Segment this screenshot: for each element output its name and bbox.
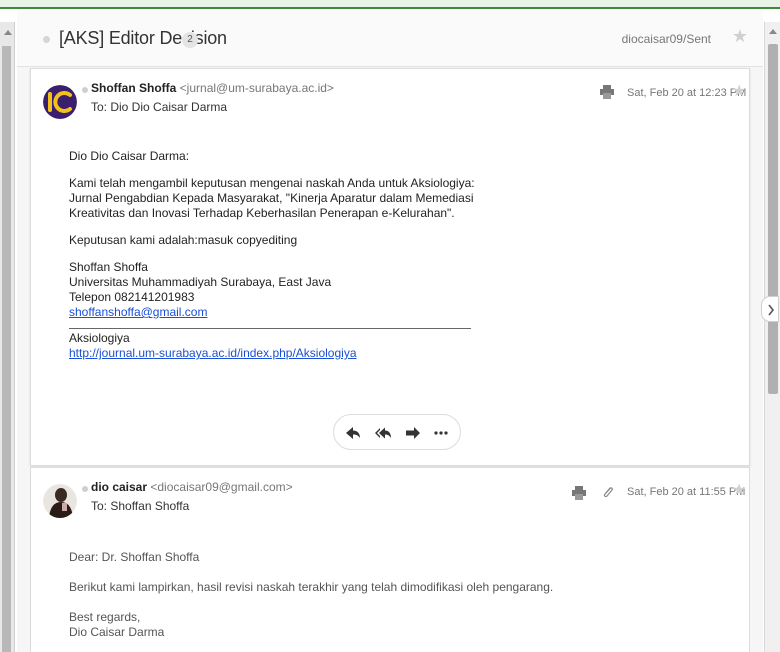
sender-name[interactable]: dio caisar — [91, 480, 147, 494]
star-icon[interactable]: ★ — [732, 81, 746, 101]
read-status-dot[interactable] — [82, 486, 88, 492]
forward-icon[interactable] — [404, 424, 422, 442]
scroll-up-arrow-icon[interactable] — [4, 30, 12, 35]
sender-email[interactable]: <jurnal@um-surabaya.ac.id> — [180, 81, 334, 95]
reply-all-icon[interactable] — [374, 424, 392, 442]
message-body: Dear: Dr. Shoffan Shoffa Berikut kami la… — [69, 550, 553, 640]
avatar[interactable] — [43, 85, 77, 119]
thread-folder[interactable]: diocaisar09/Sent — [622, 32, 711, 46]
left-scrollbar[interactable] — [0, 22, 15, 652]
scroll-up-arrow-icon[interactable] — [769, 29, 777, 34]
avatar[interactable] — [43, 484, 77, 518]
more-icon[interactable] — [432, 424, 450, 442]
signature-name: Shoffan Shoffa — [69, 260, 148, 274]
message-count-badge: 2 — [182, 32, 198, 48]
signature-divider — [69, 328, 471, 329]
unread-dot[interactable] — [43, 36, 50, 43]
paperclip-icon[interactable] — [601, 485, 615, 501]
decision-line: Keputusan kami adalah:masuk copyediting — [69, 233, 298, 247]
side-panel-toggle[interactable] — [761, 296, 779, 322]
thread-subject: [AKS] Editor Decision — [59, 28, 227, 48]
star-icon[interactable]: ★ — [732, 26, 748, 47]
recipient-line: To: Shoffan Shoffa — [91, 499, 190, 513]
closing: Best regards, — [69, 610, 141, 624]
body-line: Berikut kami lampirkan, hasil revisi nas… — [69, 580, 554, 594]
sender-email[interactable]: <diocaisar09@gmail.com> — [150, 480, 292, 494]
right-scrollbar-thumb[interactable] — [768, 44, 778, 394]
read-status-dot[interactable] — [82, 87, 88, 93]
sender[interactable]: Shoffan Shoffa <jurnal@um-surabaya.ac.id… — [91, 81, 334, 95]
chevron-right-icon — [768, 304, 775, 316]
body-line: Jurnal Pengabdian Kepada Masyarakat, "Ki… — [69, 191, 474, 205]
right-scrollbar[interactable] — [764, 22, 780, 652]
signature-affiliation: Universitas Muhammadiyah Surabaya, East … — [69, 275, 332, 289]
message-date: Sat, Feb 20 at 11:55 PM — [627, 486, 746, 498]
star-icon[interactable]: ★ — [732, 480, 746, 500]
sender[interactable]: dio caisar <diocaisar09@gmail.com> — [91, 480, 293, 494]
signature-email-link[interactable]: shoffanshoffa@gmail.com — [69, 305, 207, 319]
greeting: Dear: Dr. Shoffan Shoffa — [69, 550, 200, 564]
body-line: Kreativitas dan Inovasi Terhadap Keberha… — [69, 206, 455, 220]
reply-icon[interactable] — [344, 424, 362, 442]
sender-name[interactable]: Shoffan Shoffa — [91, 81, 176, 95]
window-top-border — [0, 0, 780, 9]
message-pane: [AKS] Editor Decision 2 diocaisar09/Sent… — [17, 11, 763, 652]
message-card: dio caisar <diocaisar09@gmail.com> To: S… — [30, 467, 750, 652]
message-date: Sat, Feb 20 at 12:23 PM — [627, 87, 747, 99]
left-scrollbar-thumb[interactable] — [2, 46, 11, 652]
thread-header: [AKS] Editor Decision 2 diocaisar09/Sent… — [17, 11, 763, 67]
signature-phone: Telepon 082141201983 — [69, 290, 195, 304]
journal-url-link[interactable]: http://journal.um-surabaya.ac.id/index.p… — [69, 346, 357, 360]
message-actions — [333, 414, 461, 450]
journal-name: Aksiologiya — [69, 331, 130, 345]
message-card: Shoffan Shoffa <jurnal@um-surabaya.ac.id… — [30, 68, 750, 466]
message-body: Dio Dio Caisar Darma: Kami telah mengamb… — [69, 149, 475, 361]
print-icon[interactable] — [599, 85, 615, 99]
greeting: Dio Dio Caisar Darma: — [69, 149, 190, 163]
print-icon[interactable] — [571, 486, 587, 500]
signature: Dio Caisar Darma — [69, 625, 165, 639]
body-line: Kami telah mengambil keputusan mengenai … — [69, 176, 475, 190]
recipient-line: To: Dio Dio Caisar Darma — [91, 100, 228, 114]
